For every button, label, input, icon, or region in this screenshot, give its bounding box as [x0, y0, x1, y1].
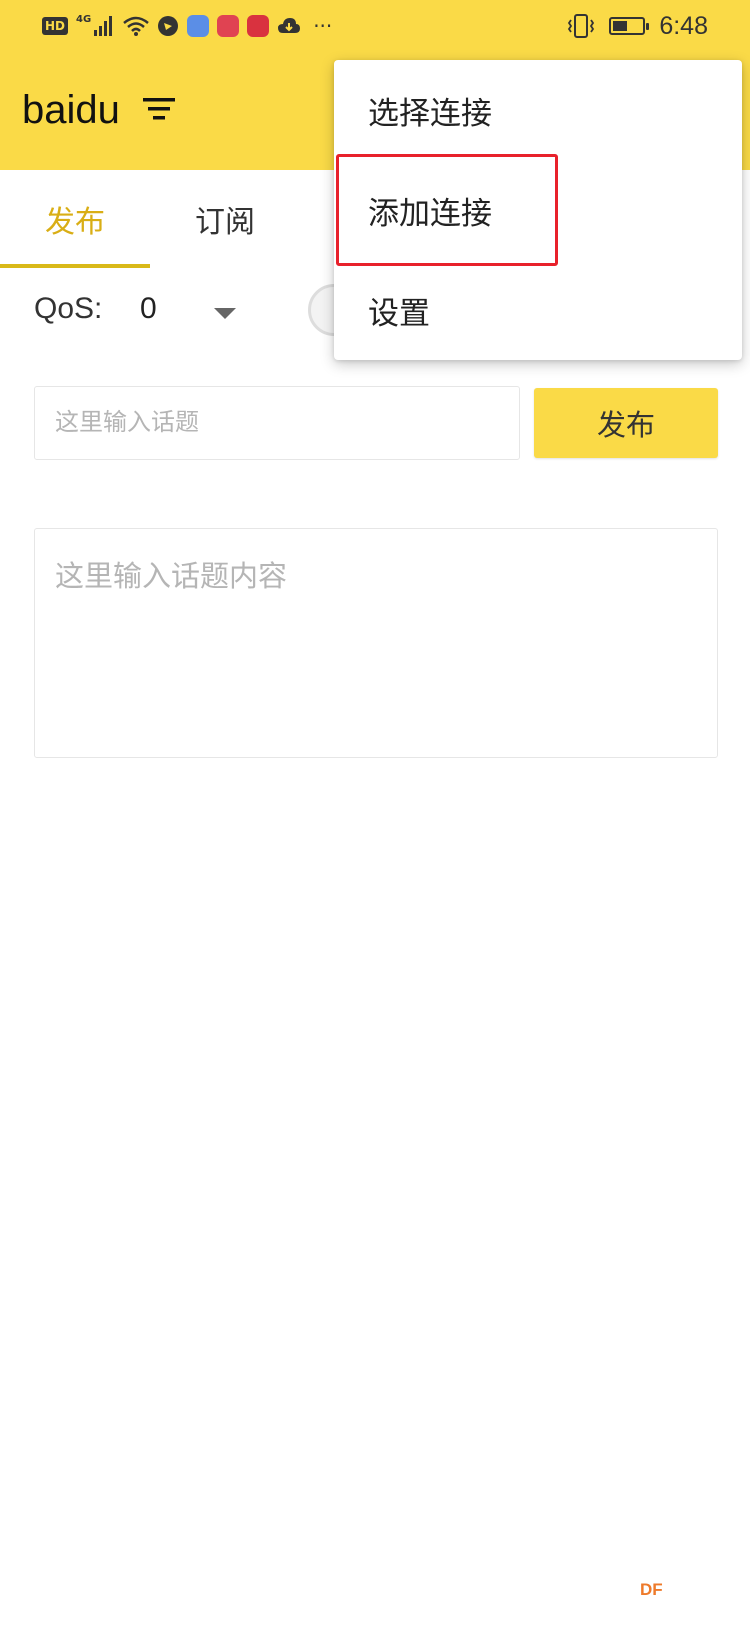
qos-selected-value: 0: [140, 292, 157, 325]
calendar-app-icon: [217, 15, 240, 37]
watermark-logo: DF: [640, 1580, 663, 1599]
dropdown-arrow-icon: [214, 308, 236, 319]
wifi-icon: [123, 16, 149, 36]
vibrate-icon: [568, 14, 595, 38]
shield-app-icon: [158, 16, 179, 36]
cloud-download-icon: [278, 18, 301, 33]
clock: 6:48: [659, 11, 708, 40]
hd-indicator: HD: [42, 17, 69, 35]
network-type-label: 4G: [76, 13, 92, 25]
cellular-signal-icon: [94, 16, 113, 36]
menu-item-add-connection[interactable]: 添加连接: [334, 160, 742, 260]
filter-icon[interactable]: [143, 97, 175, 121]
tab-subscribe[interactable]: 订阅: [150, 170, 300, 268]
overflow-menu: 选择连接 添加连接 设置: [334, 60, 742, 360]
topic-content-input[interactable]: [34, 528, 718, 758]
active-tab-indicator: [0, 264, 150, 268]
qos-label: QoS:: [34, 292, 103, 325]
tab-publish[interactable]: 发布: [0, 170, 150, 268]
music-app-icon: [187, 15, 210, 37]
menu-item-select-connection[interactable]: 选择连接: [334, 60, 742, 160]
qos-dropdown[interactable]: 0: [120, 286, 250, 334]
battery-icon: [609, 17, 650, 35]
app-title: baidu: [22, 88, 120, 132]
reader-app-icon: [247, 15, 270, 37]
publish-button[interactable]: 发布: [534, 388, 718, 458]
status-bar: HD 4G ··· 6:48: [0, 0, 750, 54]
more-notifications-icon: ···: [313, 14, 333, 38]
menu-item-settings[interactable]: 设置: [334, 260, 742, 360]
topic-input[interactable]: [34, 386, 520, 460]
